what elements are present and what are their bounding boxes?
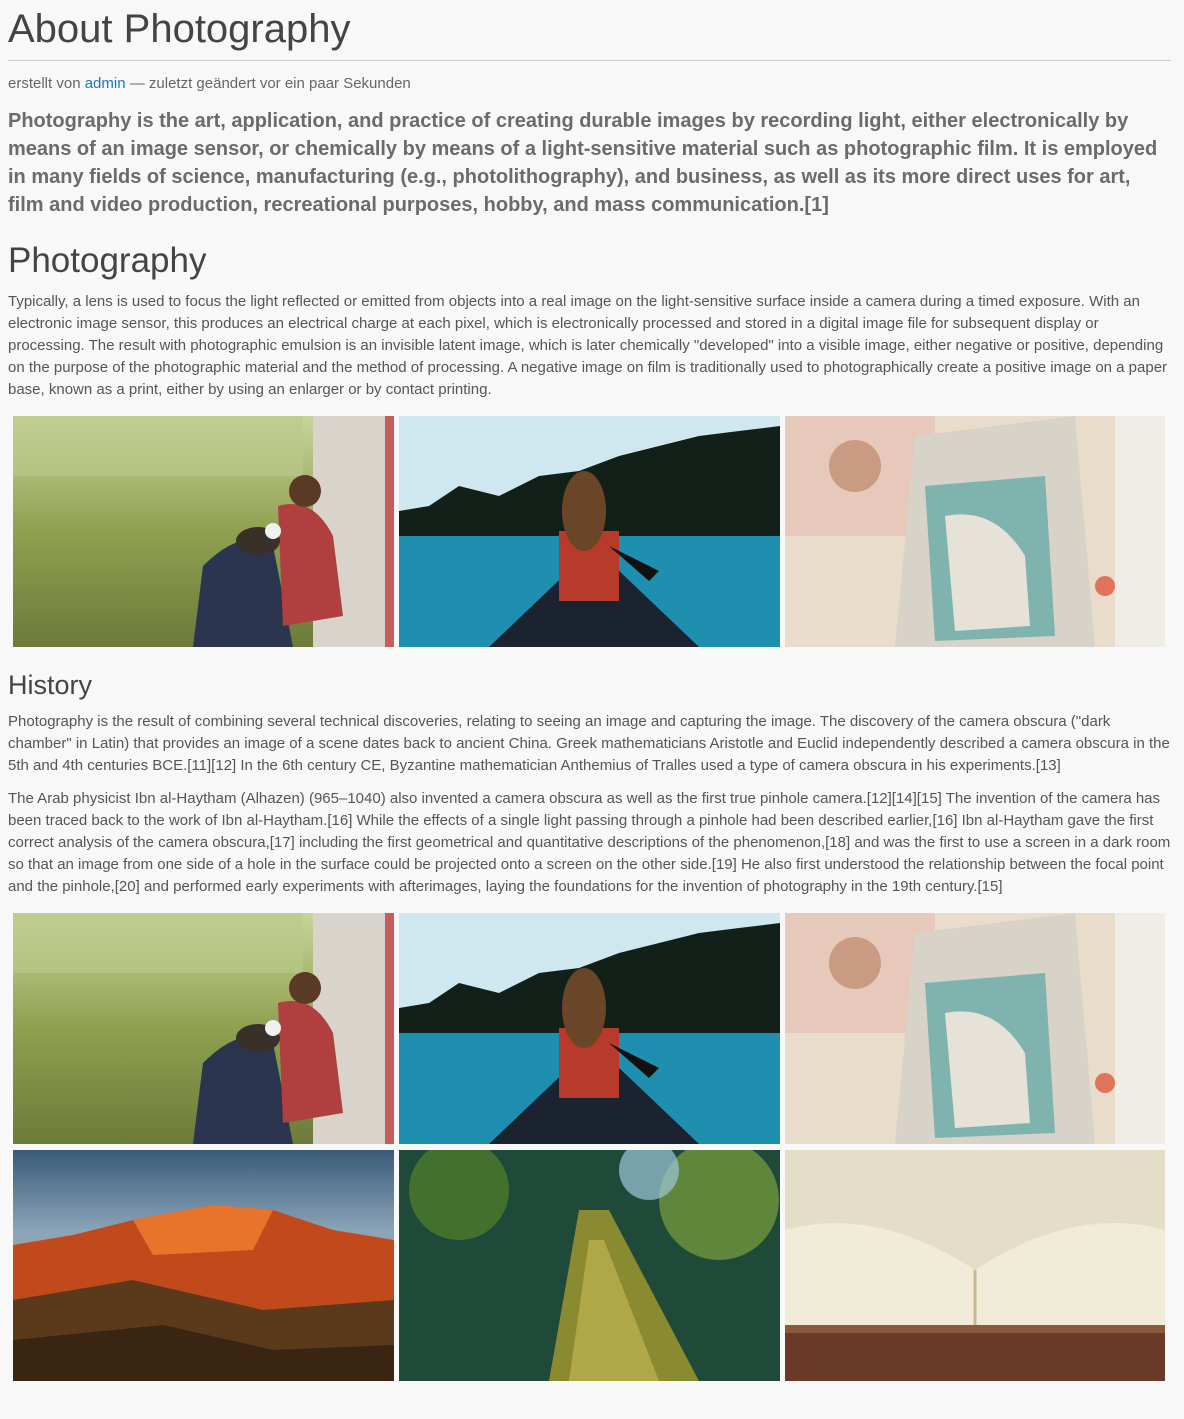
image-man-with-dog[interactable] [13,913,394,1144]
image-mossy-tree[interactable] [399,1150,780,1381]
page-title: About Photography [8,0,1171,61]
image-canoe-lake[interactable] [399,416,780,647]
byline-prefix: erstellt von [8,75,81,92]
image-open-book[interactable] [785,1150,1165,1381]
document-byline: erstellt von admin — zuletzt geändert vo… [8,75,1171,93]
byline-suffix: — zuletzt geändert vor ein paar Sekunden [129,75,411,92]
gallery-photography [13,416,1171,647]
image-red-rocks[interactable] [13,1150,394,1381]
history-heading: History [8,670,93,700]
image-canoe-lake[interactable] [399,913,780,1144]
history-paragraph-1: Photography is the result of combining s… [8,713,1170,774]
history-paragraph-2: The Arab physicist Ibn al-Haytham (Alhaz… [8,790,1171,895]
gallery-history [13,913,1171,1381]
page-content: About Photography erstellt von admin — z… [0,0,1184,1381]
author-link[interactable]: admin [85,75,126,92]
lead-description: Photography is the art, application, and… [8,110,1158,216]
photography-paragraph: Typically, a lens is used to focus the l… [8,293,1168,398]
image-man-with-dog[interactable] [13,416,394,647]
image-car-window[interactable] [785,416,1165,647]
image-car-window[interactable] [785,913,1165,1144]
photography-heading: Photography [8,241,207,280]
